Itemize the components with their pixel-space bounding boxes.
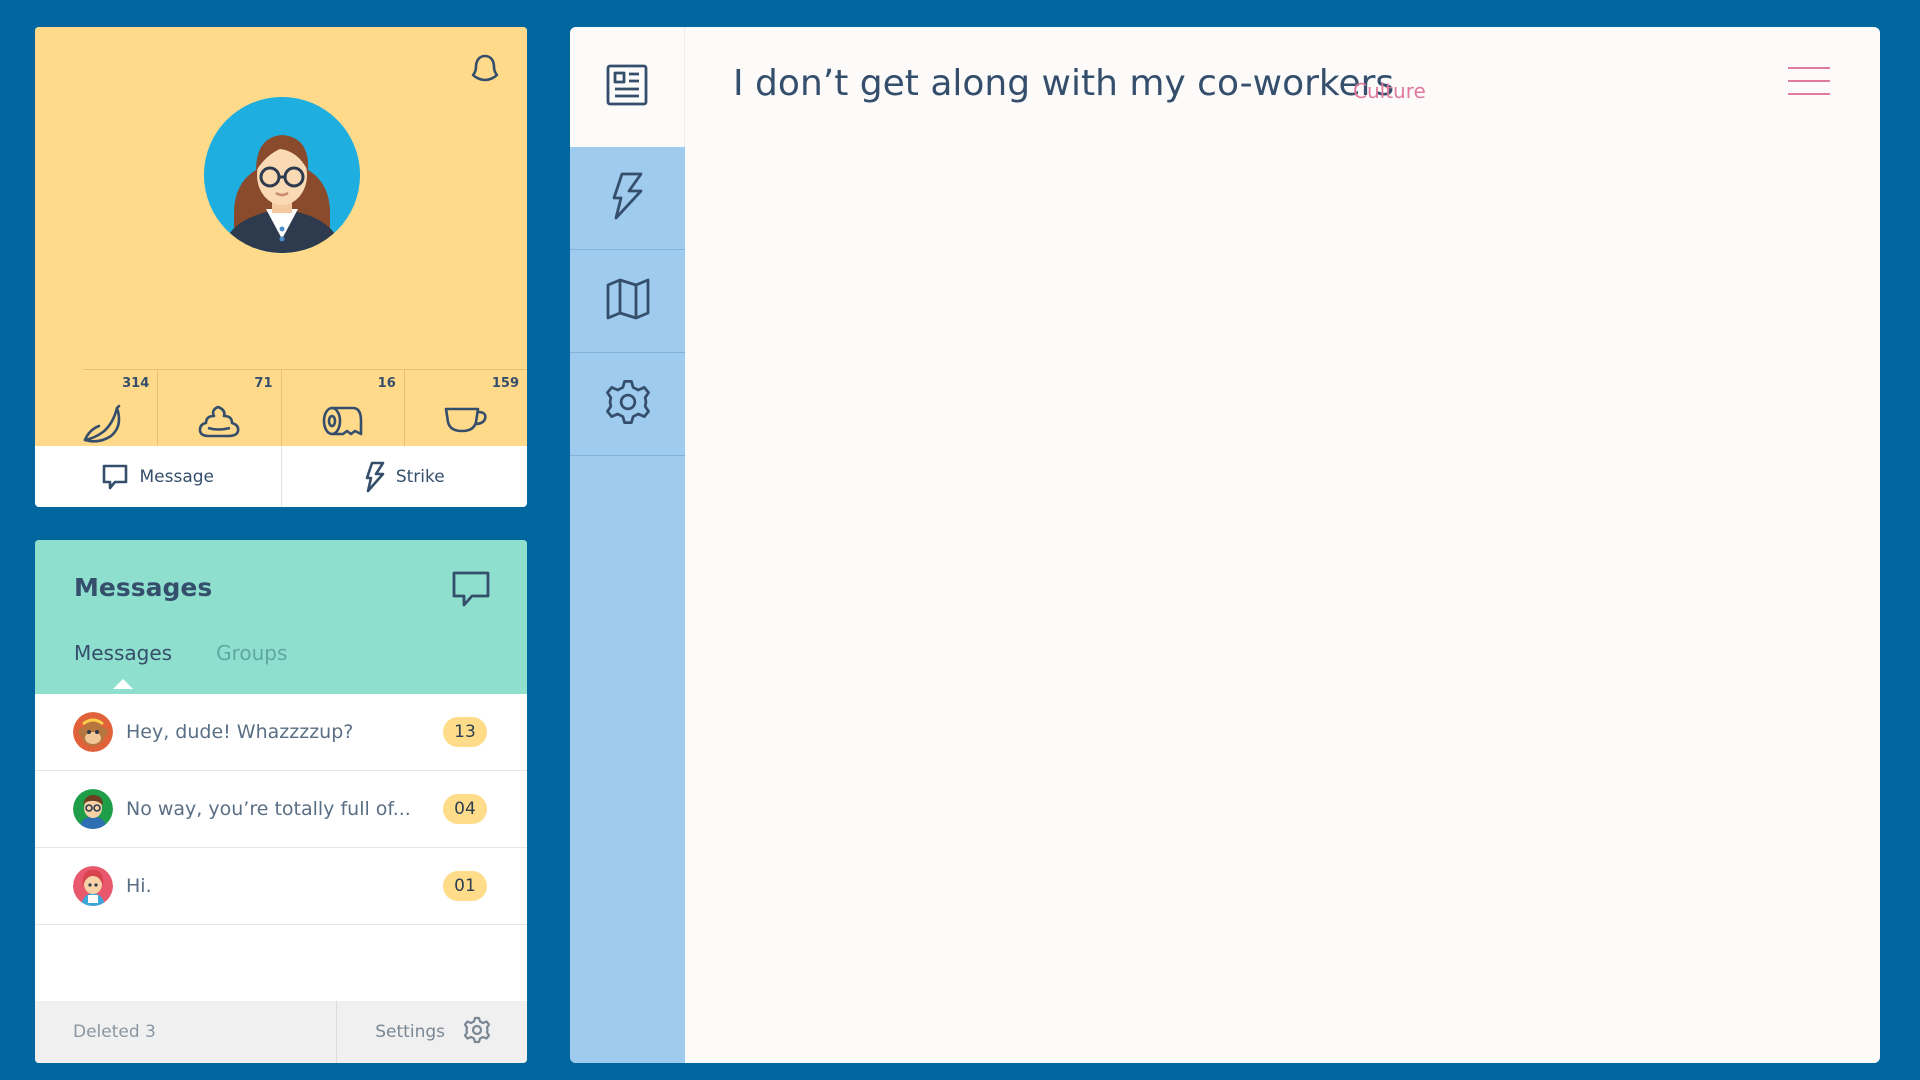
- coffee-cup-icon: [444, 407, 487, 433]
- category-tag[interactable]: Culture: [1353, 79, 1426, 103]
- list-item[interactable]: Hi. 01: [35, 848, 527, 925]
- user-icon[interactable]: [469, 52, 501, 88]
- unread-badge: 01: [443, 871, 487, 901]
- messages-tabs: Messages Groups: [74, 641, 287, 665]
- settings-button[interactable]: Settings: [337, 1001, 527, 1063]
- strike-button-label: Strike: [395, 466, 445, 487]
- hamburger-menu-icon[interactable]: [1788, 67, 1830, 97]
- gear-icon: [604, 378, 652, 430]
- stats-row: 314 71 16 159: [35, 369, 527, 446]
- avatar: [204, 97, 360, 253]
- settings-label: Settings: [375, 1022, 445, 1042]
- messages-title: Messages: [74, 573, 213, 602]
- messages-footer: Deleted 3 Settings: [35, 1001, 527, 1063]
- message-list: Hey, dude! Whazzzzup? 13 No way, you’re …: [35, 694, 527, 925]
- list-item[interactable]: Hey, dude! Whazzzzup? 13: [35, 694, 527, 771]
- toilet-paper-icon: [322, 406, 362, 436]
- stat-poop[interactable]: 71: [157, 369, 281, 446]
- page-title: I don’t get along with my co-workers: [733, 63, 1395, 104]
- stat-count: 159: [491, 376, 519, 391]
- tab-groups[interactable]: Groups: [216, 641, 287, 665]
- main-panel: I don’t get along with my co-workers Cul…: [570, 27, 1880, 1063]
- message-button-label: Message: [139, 466, 214, 487]
- strike-button[interactable]: Strike: [280, 446, 528, 507]
- unread-badge: 13: [443, 717, 487, 747]
- nav-item-map[interactable]: [570, 250, 685, 353]
- message-button[interactable]: Message: [35, 446, 281, 507]
- avatar: [73, 866, 113, 906]
- message-preview: No way, you’re totally full of...: [126, 798, 411, 820]
- nav-item-news[interactable]: [570, 27, 685, 147]
- chat-bubble-icon[interactable]: [451, 570, 491, 612]
- profile-actions: Message Strike: [35, 446, 527, 507]
- gear-icon: [463, 1016, 491, 1049]
- profile-card: 314 71 16 159 Message Strike: [35, 27, 527, 507]
- chat-bubble-icon: [101, 463, 129, 491]
- messages-header: Messages Messages Groups: [35, 540, 527, 694]
- banana-icon: [84, 404, 121, 443]
- nav-item-strike[interactable]: [570, 147, 685, 250]
- tab-messages[interactable]: Messages: [74, 641, 172, 665]
- messages-card: Messages Messages Groups Hey, dude! Whaz…: [35, 540, 527, 1063]
- stat-count: 71: [254, 376, 273, 391]
- news-icon: [605, 63, 649, 111]
- stat-coffee[interactable]: 159: [403, 369, 527, 446]
- list-item[interactable]: No way, you’re totally full of... 04: [35, 771, 527, 848]
- poop-icon: [199, 405, 240, 438]
- side-nav: [570, 27, 685, 1063]
- map-icon: [605, 277, 651, 325]
- lightning-icon: [610, 171, 646, 225]
- content-area: I don’t get along with my co-workers Cul…: [685, 27, 1880, 1063]
- message-preview: Hi.: [126, 875, 152, 897]
- unread-badge: 04: [443, 794, 487, 824]
- profile-header: 314 71 16 159: [35, 27, 527, 446]
- stat-count: 314: [122, 376, 150, 391]
- avatar: [73, 789, 113, 829]
- avatar: [73, 712, 113, 752]
- stat-toilet-paper[interactable]: 16: [280, 369, 404, 446]
- stat-bananas[interactable]: 314: [35, 369, 158, 446]
- stat-count: 16: [377, 376, 396, 391]
- message-preview: Hey, dude! Whazzzzup?: [126, 721, 354, 743]
- nav-item-settings[interactable]: [570, 353, 685, 456]
- deleted-link[interactable]: Deleted 3: [35, 1001, 337, 1063]
- lightning-icon: [364, 461, 386, 493]
